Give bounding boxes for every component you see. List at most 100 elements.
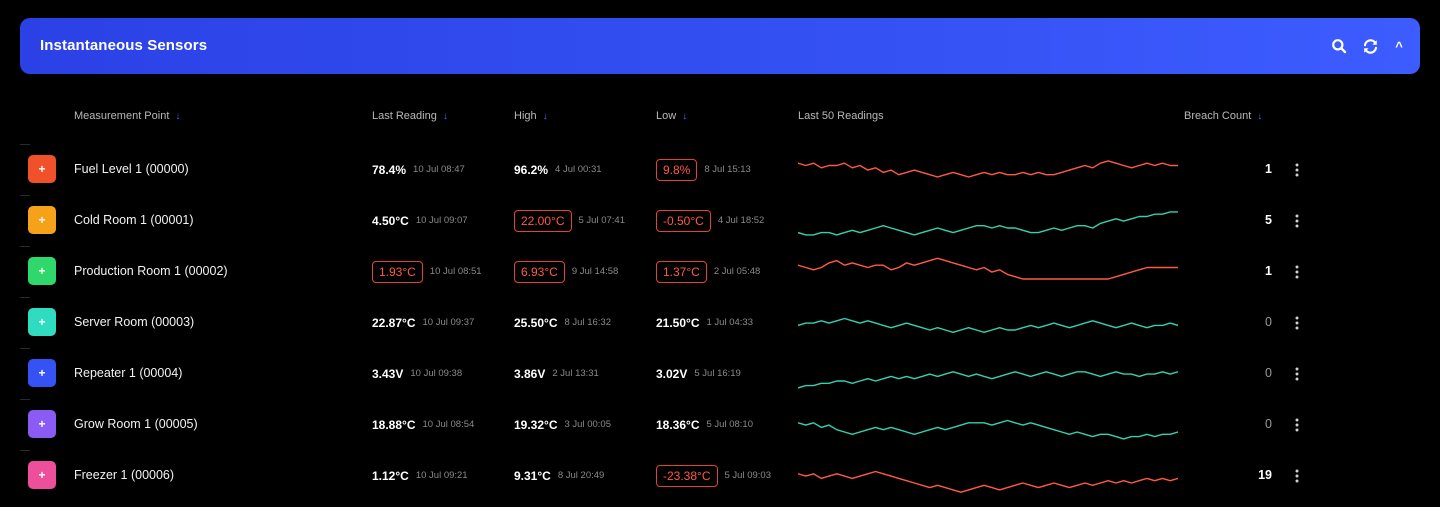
high-timestamp: 9 Jul 14:58 (571, 266, 619, 277)
low-value: 18.36°C (656, 417, 700, 432)
last-reading-cell: 4.50°C 10 Jul 09:07 (372, 195, 468, 246)
measurement-point-name[interactable]: Repeater 1 (00004) (74, 348, 182, 399)
breach-count: 19 (1258, 468, 1272, 482)
low-value: 3.02V (656, 366, 688, 381)
table-row[interactable]: + Production Room 1 (00002) 1.93°C 10 Ju… (20, 246, 1320, 297)
panel-title: Instantaneous Sensors (40, 37, 208, 54)
last-reading-value: 4.50°C (372, 213, 409, 228)
sort-arrow-icon: ↓ (1257, 110, 1263, 122)
low-timestamp: 5 Jul 08:10 (706, 419, 753, 430)
row-menu-button[interactable] (1288, 415, 1306, 435)
high-cell: 9.31°C 8 Jul 20:49 (514, 450, 604, 501)
high-value: 22.00°C (514, 209, 572, 232)
last-reading-timestamp: 10 Jul 08:51 (429, 266, 482, 277)
last-reading-value: 1.93°C (372, 260, 423, 283)
last-reading-value: 18.88°C (372, 417, 416, 432)
col-header-last-reading[interactable]: Last Reading ↓ (372, 110, 448, 122)
sensor-tile-button[interactable]: + (28, 359, 56, 387)
col-header-high[interactable]: High ↓ (514, 110, 548, 122)
high-timestamp: 5 Jul 07:41 (578, 215, 625, 226)
last-reading-value: 78.4% (372, 162, 407, 177)
sparkline (798, 371, 1178, 389)
table-row[interactable]: + Repeater 1 (00004) 3.43V 10 Jul 09:38 … (20, 348, 1320, 399)
last-reading-cell: 3.43V 10 Jul 09:38 (372, 348, 462, 399)
low-cell: 3.02V 5 Jul 16:19 (656, 348, 741, 399)
row-menu-button[interactable] (1288, 262, 1306, 282)
sensor-tile-button[interactable]: + (28, 308, 56, 336)
low-timestamp: 5 Jul 16:19 (694, 368, 741, 379)
refresh-icon (1363, 38, 1377, 54)
sensor-tile-button[interactable]: + (28, 155, 56, 183)
low-value: -0.50°C (656, 209, 711, 232)
sensor-tile-button[interactable]: + (28, 257, 56, 285)
sort-arrow-icon: ↓ (682, 110, 688, 122)
col-label: High (514, 110, 537, 122)
row-divider (20, 297, 30, 298)
col-label: Low (656, 110, 677, 122)
last-reading-cell: 1.12°C 10 Jul 09:21 (372, 450, 468, 501)
sensor-tile-button[interactable]: + (28, 410, 56, 438)
table-row[interactable]: + Grow Room 1 (00005) 18.88°C 10 Jul 08:… (20, 399, 1320, 450)
kebab-icon (1295, 163, 1299, 177)
last-reading-timestamp: 10 Jul 08:54 (422, 419, 475, 430)
row-divider (20, 348, 30, 349)
breach-count: 0 (1265, 366, 1272, 380)
sparkline (798, 317, 1178, 333)
row-menu-button[interactable] (1288, 160, 1306, 180)
kebab-icon (1295, 316, 1299, 330)
row-divider (20, 144, 30, 145)
col-header-low[interactable]: Low ↓ (656, 110, 687, 122)
sensor-tile-button[interactable]: + (28, 461, 56, 489)
measurement-point-name[interactable]: Grow Room 1 (00005) (74, 399, 198, 450)
table-row[interactable]: + Fuel Level 1 (00000) 78.4% 10 Jul 08:4… (20, 144, 1320, 195)
last-reading-cell: 1.93°C 10 Jul 08:51 (372, 246, 482, 297)
sensor-tile-button[interactable]: + (28, 206, 56, 234)
row-menu-button[interactable] (1288, 364, 1306, 384)
search-button[interactable] (1330, 37, 1348, 55)
measurement-point-name[interactable]: Production Room 1 (00002) (74, 246, 228, 297)
kebab-icon (1295, 214, 1299, 228)
table-row[interactable]: + Freezer 1 (00006) 1.12°C 10 Jul 09:21 … (20, 450, 1320, 501)
sparkline (798, 257, 1178, 280)
col-label: Measurement Point (74, 110, 170, 122)
high-timestamp: 3 Jul 00:05 (564, 419, 611, 430)
last-reading-timestamp: 10 Jul 09:37 (422, 317, 475, 328)
last-reading-timestamp: 10 Jul 09:07 (415, 215, 468, 226)
row-divider (20, 246, 30, 247)
measurement-point-name[interactable]: Cold Room 1 (00001) (74, 195, 194, 246)
row-menu-button[interactable] (1288, 313, 1306, 333)
low-cell: 1.37°C 2 Jul 05:48 (656, 246, 760, 297)
refresh-button[interactable] (1361, 37, 1379, 55)
breach-count: 5 (1265, 213, 1272, 227)
kebab-icon (1295, 469, 1299, 483)
breach-count: 0 (1265, 417, 1272, 431)
col-label: Last Reading (372, 110, 437, 122)
high-value: 96.2% (514, 162, 549, 177)
table-row[interactable]: + Server Room (00003) 22.87°C 10 Jul 09:… (20, 297, 1320, 348)
last-reading-timestamp: 10 Jul 08:47 (413, 164, 465, 175)
col-header-measurement-point[interactable]: Measurement Point ↓ (74, 110, 180, 122)
row-menu-button[interactable] (1288, 211, 1306, 231)
high-value: 25.50°C (514, 315, 558, 330)
row-menu-button[interactable] (1288, 466, 1306, 486)
measurement-point-name[interactable]: Fuel Level 1 (00000) (74, 144, 189, 195)
col-header-breach-count[interactable]: Breach Count ↓ (1184, 110, 1262, 122)
last-reading-cell: 18.88°C 10 Jul 08:54 (372, 399, 474, 450)
last-reading-timestamp: 10 Jul 09:21 (415, 470, 468, 481)
low-timestamp: 5 Jul 09:03 (724, 470, 771, 481)
sparkline (798, 419, 1178, 440)
sparkline (798, 160, 1178, 178)
measurement-point-name[interactable]: Freezer 1 (00006) (74, 450, 174, 501)
high-cell: 22.00°C 5 Jul 07:41 (514, 195, 625, 246)
sort-arrow-icon: ↓ (442, 110, 448, 122)
high-cell: 19.32°C 3 Jul 00:05 (514, 399, 611, 450)
low-cell: -0.50°C 4 Jul 18:52 (656, 195, 764, 246)
last-reading-value: 3.43V (372, 366, 404, 381)
high-cell: 96.2% 4 Jul 00:31 (514, 144, 602, 195)
col-label: Last 50 Readings (798, 110, 884, 122)
collapse-button[interactable]: ^ (1390, 37, 1408, 55)
panel-header: Instantaneous Sensors ^ (20, 18, 1420, 74)
table-row[interactable]: + Cold Room 1 (00001) 4.50°C 10 Jul 09:0… (20, 195, 1320, 246)
measurement-point-name[interactable]: Server Room (00003) (74, 297, 194, 348)
high-value: 6.93°C (514, 260, 565, 283)
